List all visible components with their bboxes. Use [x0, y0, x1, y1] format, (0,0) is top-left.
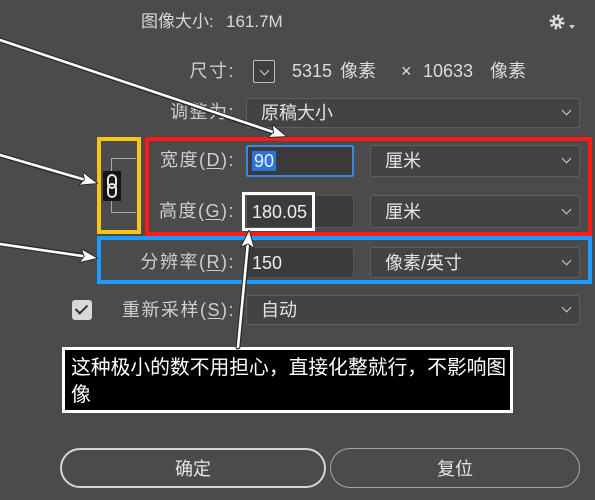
annotation-red-box [145, 137, 592, 236]
resample-method-select[interactable]: 自动 [246, 295, 580, 325]
chevron-down-icon [561, 105, 572, 116]
annotation-arrow-to-link-icon [0, 152, 96, 183]
resample-method-value: 自动 [261, 300, 297, 320]
fit-to-select[interactable]: 原稿大小 [246, 98, 580, 128]
resample-check-mark [74, 301, 89, 315]
dimensions-unit-toggle[interactable] [253, 60, 275, 83]
gear-icon[interactable] [548, 13, 566, 31]
image-size-dialog: 图像大小: 161.7M 尺寸: 5315 像素 × 10633 像素 调整为:… [0, 0, 595, 500]
annotation-yellow-box [97, 137, 141, 234]
dimensions-width-value: 5315 [292, 61, 333, 81]
resample-label-text: 重新采样( [121, 300, 208, 320]
annotation-blue-box [97, 236, 592, 284]
resample-label-suffix: ): [221, 300, 235, 320]
image-size-value: 161.7M [226, 12, 283, 31]
chevron-down-icon [259, 65, 270, 75]
annotation-note-text: 这种极小的数不用担心，直接化整就行，不影响图像 [71, 357, 507, 406]
dimensions-label: 尺寸: [189, 61, 235, 81]
annotation-white-box [242, 192, 315, 231]
dimensions-height-unit: 像素 [490, 61, 526, 81]
dimensions-height-value: 10633 [423, 61, 474, 81]
resample-checkbox[interactable] [72, 300, 92, 320]
resample-label: 重新采样(S): [122, 300, 235, 320]
fit-to-value: 原稿大小 [261, 103, 333, 123]
dimensions-width-unit: 像素 [340, 61, 376, 81]
annotation-arrow-to-size-fields [0, 37, 285, 136]
image-size-label: 图像大小: [141, 12, 214, 31]
fit-to-label: 调整为: [169, 102, 235, 122]
reset-button[interactable]: 复位 [330, 448, 580, 488]
annotation-arrow-to-resolution [0, 241, 96, 258]
ok-button[interactable]: 确定 [60, 448, 326, 488]
resample-access-key: S [207, 300, 221, 320]
dimensions-separator: × [401, 61, 412, 81]
caret-down-icon[interactable] [569, 25, 575, 29]
chevron-down-icon [561, 302, 572, 313]
annotation-note-box: 这种极小的数不用担心，直接化整就行，不影响图像 [62, 347, 513, 413]
